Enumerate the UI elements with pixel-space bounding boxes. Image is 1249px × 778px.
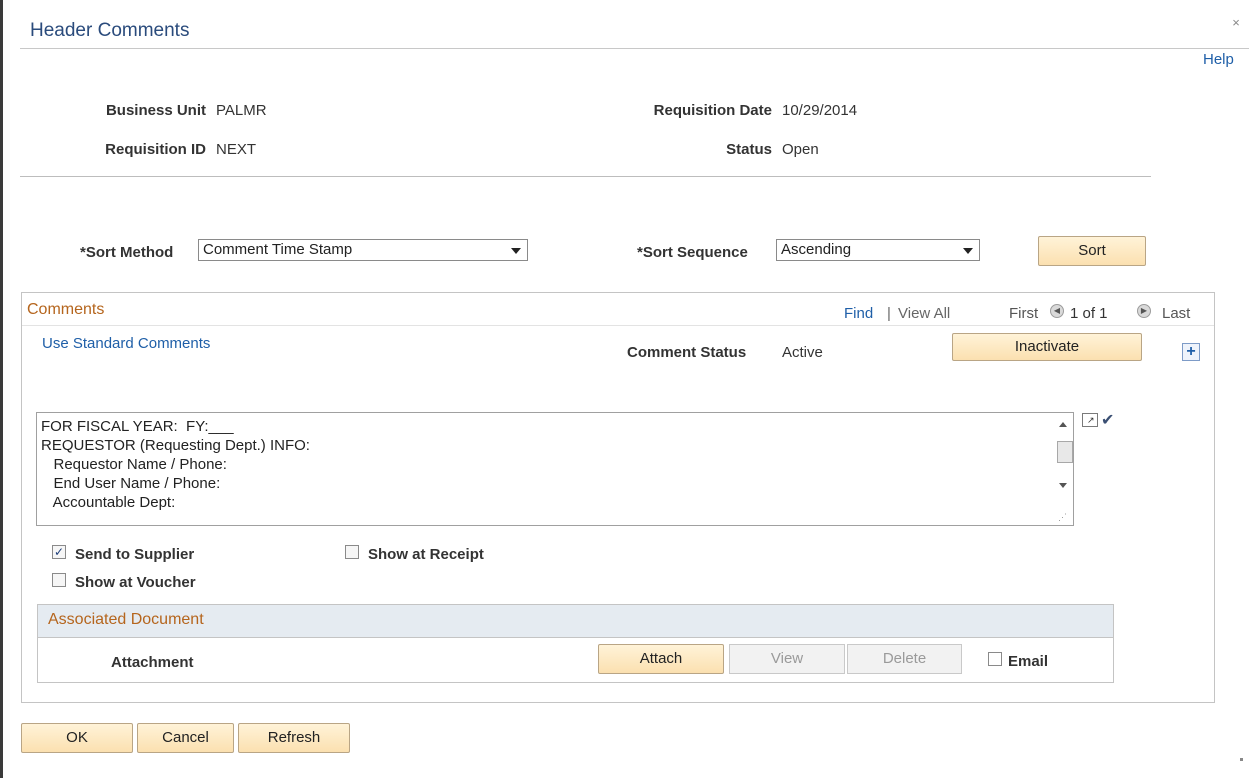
close-icon[interactable]: × xyxy=(1229,16,1243,30)
comment-line: Requestor Name / Phone: xyxy=(41,456,227,473)
sort-sequence-select[interactable]: Ascending xyxy=(776,239,980,261)
previous-row-icon[interactable]: ◀ xyxy=(1050,304,1064,318)
view-button[interactable]: View xyxy=(729,644,845,674)
requisition-id-label: Requisition ID xyxy=(105,141,206,158)
associated-document-title: Associated Document xyxy=(48,611,204,628)
last-label: Last xyxy=(1162,305,1191,322)
add-row-icon[interactable]: + xyxy=(1182,343,1200,361)
attachment-label: Attachment xyxy=(111,654,194,671)
window-left-edge xyxy=(0,0,3,778)
sort-sequence-label: *Sort Sequence xyxy=(637,244,748,261)
nav-separator: | xyxy=(887,305,891,322)
email-label: Email xyxy=(1008,653,1049,670)
corner-dot xyxy=(1240,758,1243,761)
comment-line: REQUESTOR (Requesting Dept.) INFO: xyxy=(41,437,310,454)
title-divider xyxy=(20,48,1249,49)
expand-textarea-icon[interactable]: ↗ xyxy=(1082,413,1098,427)
cancel-button[interactable]: Cancel xyxy=(137,723,234,753)
page-title: Header Comments xyxy=(30,20,190,41)
show-at-voucher-checkbox[interactable] xyxy=(52,573,66,587)
comment-line: Accountable Dept: xyxy=(41,494,176,511)
requisition-date-label: Requisition Date xyxy=(653,102,772,119)
chevron-down-icon xyxy=(963,248,973,254)
comment-status-label: Comment Status xyxy=(627,344,747,361)
sort-method-select[interactable]: Comment Time Stamp xyxy=(198,239,528,261)
comment-status-value: Active xyxy=(782,344,823,361)
send-to-supplier-checkbox[interactable]: ✓ xyxy=(52,545,66,559)
header-divider xyxy=(20,176,1151,177)
attach-button[interactable]: Attach xyxy=(598,644,724,674)
delete-button[interactable]: Delete xyxy=(847,644,962,674)
status-value: Open xyxy=(782,141,819,158)
inactivate-button[interactable]: Inactivate xyxy=(952,333,1142,361)
business-unit-label: Business Unit xyxy=(105,102,206,119)
show-at-receipt-label: Show at Receipt xyxy=(368,546,484,563)
spellcheck-icon[interactable]: ✔ xyxy=(1101,410,1114,430)
resize-grip-icon[interactable]: ⋰ xyxy=(1058,512,1067,523)
sort-sequence-value: Ascending xyxy=(781,241,852,258)
scroll-thumb[interactable] xyxy=(1057,441,1073,463)
scroll-down-icon[interactable] xyxy=(1059,483,1067,488)
chevron-down-icon xyxy=(511,248,521,254)
status-label: Status xyxy=(726,141,772,158)
show-at-receipt-checkbox[interactable] xyxy=(345,545,359,559)
requisition-id-value: NEXT xyxy=(216,141,257,158)
sort-button[interactable]: Sort xyxy=(1038,236,1146,266)
textarea-scrollbar[interactable] xyxy=(1055,413,1073,513)
business-unit-value: PALMR xyxy=(216,102,267,119)
row-counter: 1 of 1 xyxy=(1070,305,1108,322)
view-all-link[interactable]: View All xyxy=(898,305,950,322)
comment-line: FOR FISCAL YEAR: FY:___ xyxy=(41,418,234,435)
send-to-supplier-label: Send to Supplier xyxy=(75,546,195,563)
requisition-date-value: 10/29/2014 xyxy=(782,102,858,119)
first-label: First xyxy=(1009,305,1039,322)
scroll-up-icon[interactable] xyxy=(1059,422,1067,427)
sort-method-value: Comment Time Stamp xyxy=(203,241,353,258)
find-link[interactable]: Find xyxy=(844,305,873,322)
comment-textarea[interactable]: FOR FISCAL YEAR: FY:___ REQUESTOR (Reque… xyxy=(36,412,1074,526)
next-row-icon[interactable]: ▶ xyxy=(1137,304,1151,318)
use-standard-comments-link[interactable]: Use Standard Comments xyxy=(42,335,210,352)
comments-section-title: Comments xyxy=(27,301,105,318)
sort-method-label: *Sort Method xyxy=(80,244,174,261)
email-checkbox[interactable] xyxy=(988,652,1002,666)
help-link[interactable]: Help xyxy=(1203,51,1234,68)
show-at-voucher-label: Show at Voucher xyxy=(75,574,196,591)
comment-line: End User Name / Phone: xyxy=(41,475,221,492)
refresh-button[interactable]: Refresh xyxy=(238,723,350,753)
ok-button[interactable]: OK xyxy=(21,723,133,753)
